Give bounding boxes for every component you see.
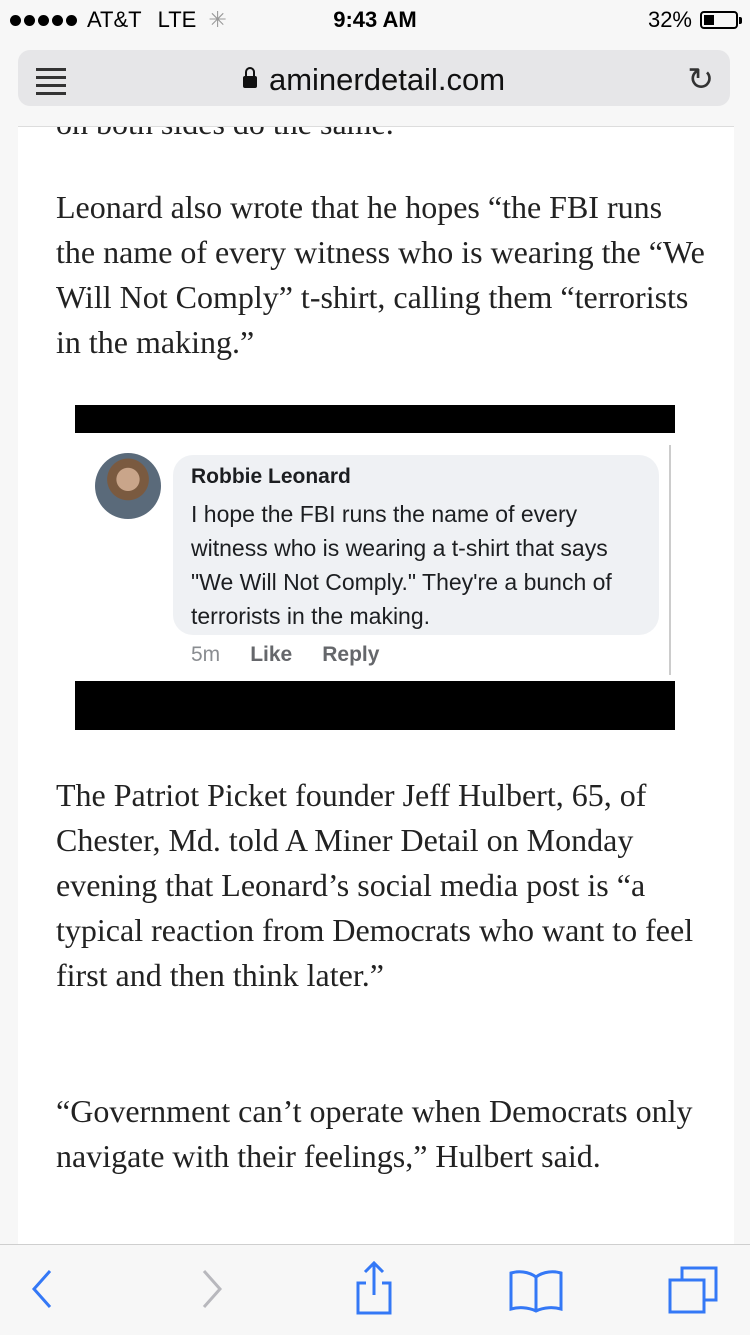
black-bar-bottom bbox=[75, 681, 675, 730]
reload-icon[interactable]: ↻ bbox=[687, 60, 714, 98]
battery-group: 32% bbox=[647, 7, 742, 33]
back-icon[interactable] bbox=[28, 1267, 58, 1311]
comment-actions: 5m Like Reply bbox=[191, 643, 379, 667]
avatar bbox=[95, 453, 161, 519]
comment-bubble: Robbie Leonard I hope the FBI runs the n… bbox=[173, 455, 659, 635]
clock: 9:43 AM bbox=[333, 7, 417, 32]
battery-icon bbox=[700, 11, 742, 29]
url-text: aminerdetail.com bbox=[268, 62, 506, 97]
address-bar[interactable]: aminerdetail.com ↻ bbox=[18, 50, 730, 106]
screenshot-edge bbox=[669, 445, 671, 675]
url-display[interactable]: aminerdetail.com bbox=[18, 62, 730, 98]
article-paragraph-3: “Government can’t operate when Democrats… bbox=[56, 1093, 693, 1174]
battery-percent: 32% bbox=[647, 7, 692, 32]
forward-icon[interactable] bbox=[196, 1267, 226, 1311]
comment-text: I hope the FBI runs the name of every wi… bbox=[191, 501, 612, 629]
article-body: on both sides do the same. Leonard also … bbox=[18, 126, 734, 1245]
share-icon[interactable] bbox=[352, 1261, 396, 1317]
bookmarks-icon[interactable] bbox=[508, 1269, 564, 1313]
tabs-icon[interactable] bbox=[666, 1265, 720, 1315]
comment-time: 5m bbox=[191, 643, 221, 666]
commenter-name: Robbie Leonard bbox=[191, 465, 351, 488]
black-bar-top bbox=[75, 405, 675, 433]
article-paragraph-1: Leonard also wrote that he hopes “the FB… bbox=[56, 189, 705, 360]
lock-icon bbox=[242, 67, 257, 88]
embedded-comment-screenshot: Robbie Leonard I hope the FBI runs the n… bbox=[75, 405, 675, 730]
reply-label: Reply bbox=[322, 643, 380, 666]
article-paragraph-2: The Patriot Picket founder Jeff Hulbert,… bbox=[56, 777, 694, 993]
status-bar: AT&T LTE ✳ 9:43 AM 32% bbox=[0, 0, 750, 40]
like-label: Like bbox=[250, 643, 293, 666]
browser-toolbar bbox=[0, 1244, 750, 1335]
clipped-text: on both sides do the same. bbox=[56, 127, 394, 142]
